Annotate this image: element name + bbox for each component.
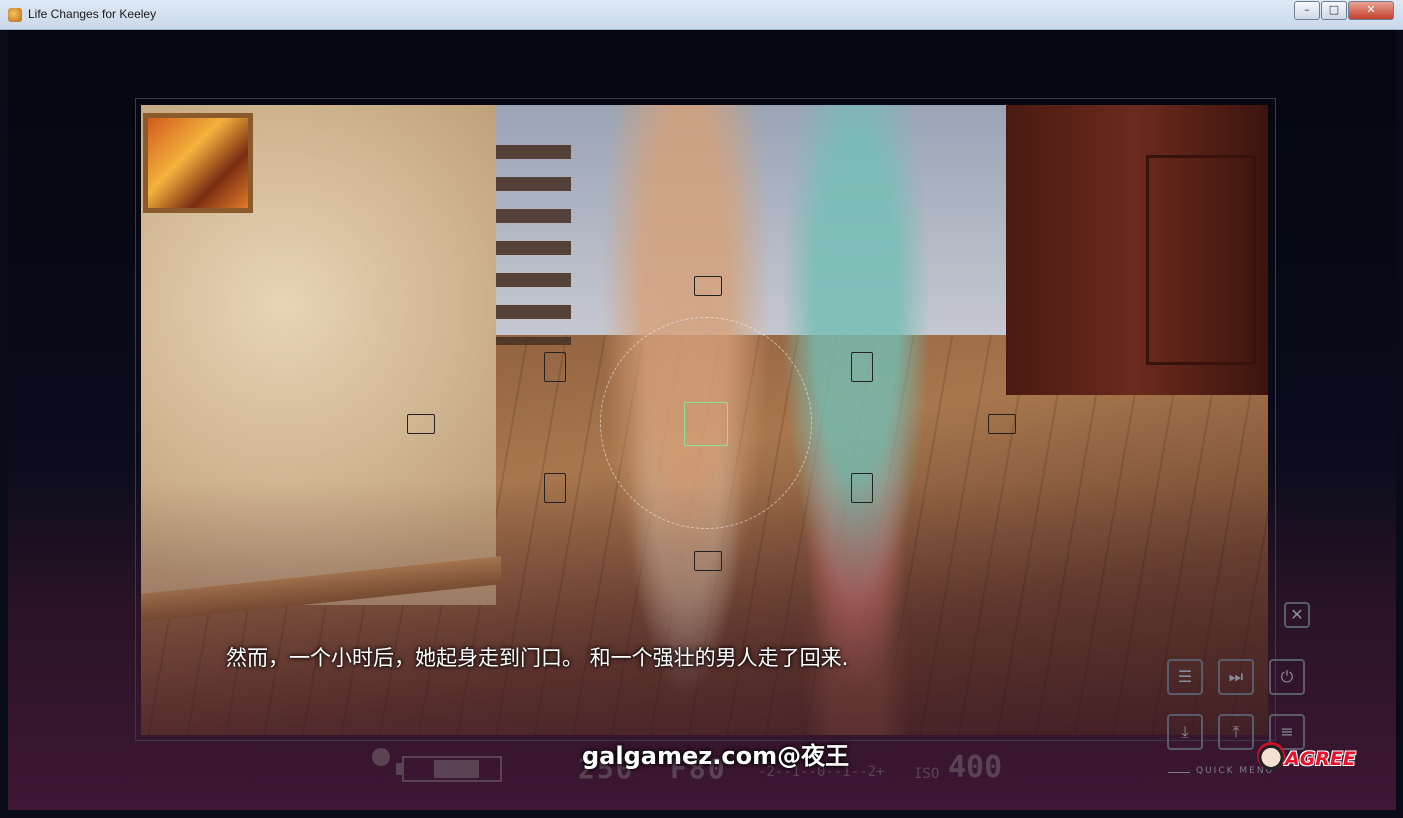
focus-point	[694, 276, 722, 296]
window-titlebar[interactable]: Life Changes for Keeley – □ ✕	[0, 0, 1403, 30]
watermark-text: galgamez.com@夜王	[582, 742, 850, 770]
auto-button[interactable]: ⏻	[1269, 659, 1305, 695]
logo-mascot-icon	[1257, 742, 1285, 770]
focus-point	[407, 414, 435, 434]
battery-icon	[402, 756, 502, 782]
record-dot-icon	[372, 748, 390, 766]
focus-point-center	[684, 402, 728, 446]
logo-text: AGREE	[1285, 748, 1356, 770]
quick-menu-divider	[1168, 772, 1190, 773]
dialogue-text[interactable]: 然而，一个小时后，她起身走到门口。 和一个强壮的男人走了回来.	[226, 642, 848, 672]
game-screen[interactable]: 然而，一个小时后，她起身走到门口。 和一个强壮的男人走了回来. 250 F80 …	[8, 30, 1396, 810]
save-button[interactable]: ⤓	[1167, 714, 1203, 750]
focus-point	[544, 473, 566, 503]
focus-point	[694, 551, 722, 571]
minimize-button[interactable]: –	[1294, 1, 1320, 20]
focus-point	[988, 414, 1016, 434]
app-icon	[8, 8, 22, 22]
hud-iso-value: 400	[948, 750, 1003, 785]
history-button[interactable]: ☰	[1167, 659, 1203, 695]
load-button[interactable]: ⤒	[1218, 714, 1254, 750]
close-button[interactable]: ✕	[1348, 1, 1394, 20]
focus-point	[851, 473, 873, 503]
hud-iso-label: ISO	[914, 766, 940, 782]
maximize-button[interactable]: □	[1321, 1, 1347, 20]
skip-button[interactable]: ⏭	[1218, 659, 1254, 695]
focus-point	[544, 352, 566, 382]
window-title: Life Changes for Keeley	[28, 7, 157, 21]
agree-logo: AGREE	[1253, 738, 1365, 780]
battery-fill	[434, 760, 479, 778]
focus-point	[851, 352, 873, 382]
quick-menu-close-button[interactable]: ✕	[1284, 602, 1310, 628]
